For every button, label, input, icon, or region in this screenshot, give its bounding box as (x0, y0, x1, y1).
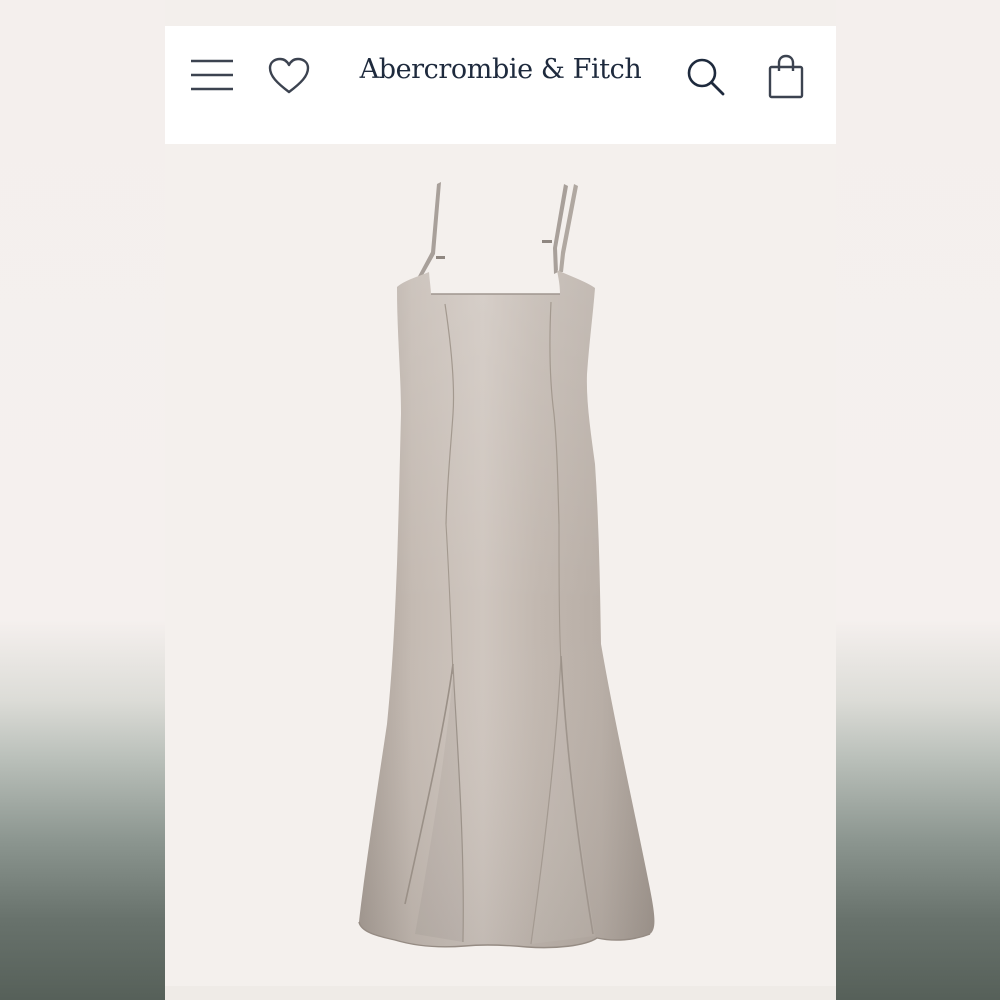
brand-logo[interactable]: Abercrombie & Fitch (325, 54, 676, 85)
status-area (165, 0, 836, 26)
app-header: Abercrombie & Fitch (165, 26, 836, 144)
hamburger-menu-icon[interactable] (189, 56, 235, 94)
heart-icon[interactable] (267, 56, 311, 96)
search-icon[interactable] (685, 56, 727, 98)
app-screen: Abercrombie & Fitch (165, 0, 836, 1000)
left-backdrop (0, 0, 165, 1000)
shopping-bag-icon[interactable] (767, 54, 805, 100)
right-backdrop (836, 0, 1000, 1000)
bottom-edge (165, 986, 836, 1000)
product-image[interactable] (165, 144, 836, 986)
dress-illustration (358, 182, 655, 949)
